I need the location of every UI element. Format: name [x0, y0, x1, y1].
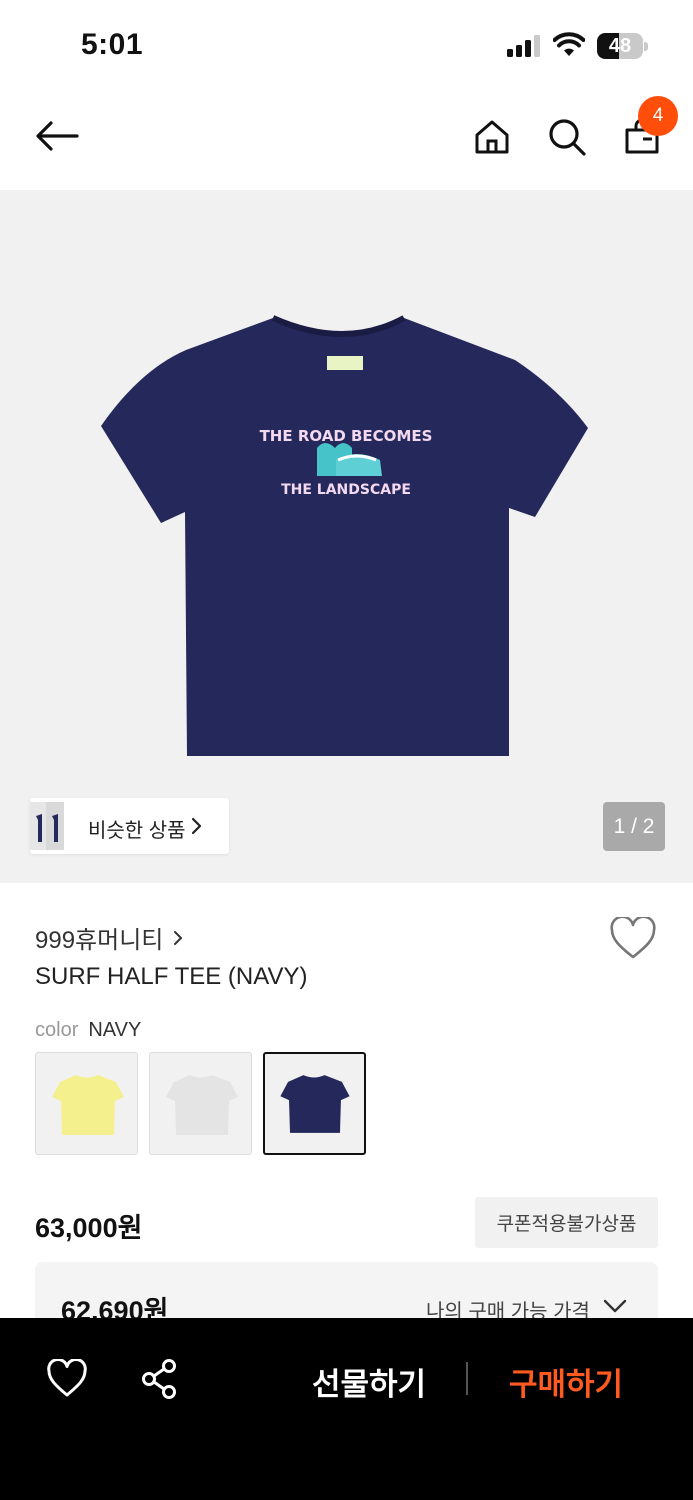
product-title: SURF HALF TEE (NAVY)	[35, 963, 308, 990]
tshirt-thumbnail	[280, 1075, 350, 1133]
heart-icon[interactable]	[609, 917, 657, 961]
product-price: 63,000원	[35, 1213, 143, 1243]
bottom-action-bar: 선물하기 구매하기	[0, 1318, 693, 1500]
similar-products-label: 비슷한 상품	[88, 820, 186, 842]
arrow-left-icon	[36, 121, 79, 151]
search-icon	[549, 119, 586, 156]
tshirt-thumbnail	[166, 1075, 238, 1135]
divider	[466, 1362, 468, 1395]
chevron-right-icon	[191, 817, 202, 835]
tshirt-image: THE ROAD BECOMES THE LANDSCAPE	[101, 315, 588, 756]
image-pager: 1 / 2	[603, 802, 665, 851]
cellular-signal-icon	[507, 35, 540, 57]
status-bar: 5:01 48	[0, 0, 693, 90]
color-swatch-gray[interactable]	[149, 1052, 252, 1155]
color-label: color	[35, 1019, 79, 1041]
color-value: NAVY	[88, 1019, 142, 1041]
share-icon[interactable]	[140, 1358, 178, 1400]
top-nav	[0, 90, 693, 190]
coupon-unavailable-badge: 쿠폰적용불가상품	[475, 1197, 658, 1248]
product-image[interactable]: THE ROAD BECOMES THE LANDSCAPE 비슷한 상품 1 …	[0, 190, 693, 883]
wifi-icon	[553, 32, 585, 56]
battery-icon: 48	[597, 33, 649, 59]
search-button[interactable]	[542, 112, 592, 162]
chevron-down-icon	[603, 1299, 627, 1313]
color-swatch-navy[interactable]	[263, 1052, 366, 1155]
home-button[interactable]	[467, 112, 517, 162]
home-icon	[475, 120, 509, 154]
shirt-print-line2: THE LANDSCAPE	[281, 482, 411, 498]
status-time: 5:01	[81, 28, 144, 61]
tshirt-thumbnail	[52, 1075, 124, 1135]
brand-name: 999휴머니티	[35, 927, 164, 954]
chevron-right-icon	[174, 930, 183, 945]
heart-icon[interactable]	[46, 1359, 88, 1399]
color-swatch-yellow[interactable]	[35, 1052, 138, 1155]
back-button[interactable]	[32, 111, 82, 161]
shirt-print-line1: THE ROAD BECOMES	[260, 427, 433, 445]
similar-products-button[interactable]: 비슷한 상품	[30, 798, 229, 854]
brand-link[interactable]: 999휴머니티	[35, 920, 183, 955]
battery-percent: 48	[608, 35, 632, 57]
buy-button[interactable]: 구매하기	[497, 1357, 635, 1405]
gift-button[interactable]: 선물하기	[300, 1357, 438, 1405]
color-info: color NAVY	[35, 1019, 141, 1042]
cart-count-badge: 4	[638, 96, 678, 136]
similar-thumbnails-icon	[30, 802, 64, 850]
